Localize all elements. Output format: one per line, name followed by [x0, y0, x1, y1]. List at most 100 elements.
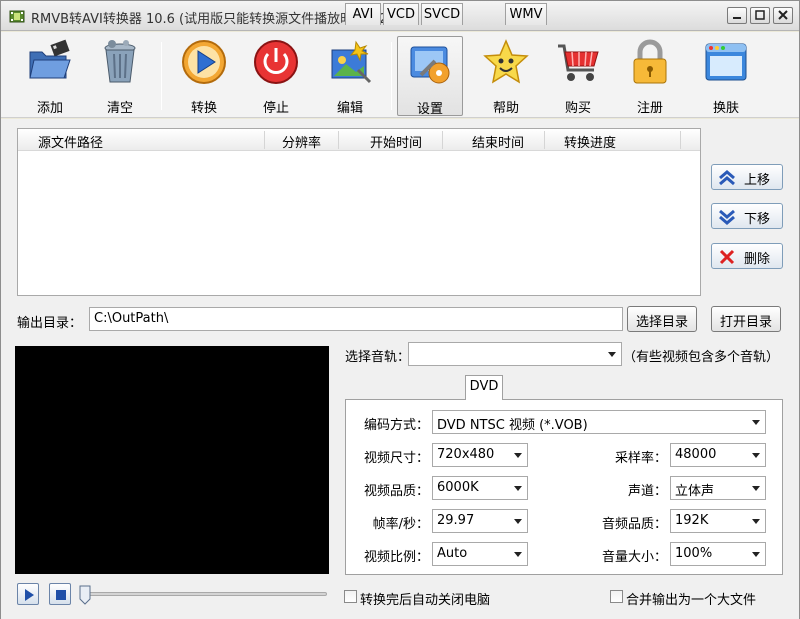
- shutdown-checkbox[interactable]: [344, 590, 357, 603]
- minimize-icon: [733, 17, 741, 19]
- column-resolution[interactable]: 分辨率: [282, 132, 321, 151]
- column-separator: [680, 131, 681, 149]
- shopping-cart-icon: [558, 44, 599, 81]
- stop-power-icon: [254, 40, 298, 84]
- stop-square-icon: [56, 590, 66, 600]
- samplerate-select[interactable]: 48000: [670, 443, 766, 467]
- dropdown-arrow-icon: [752, 486, 760, 491]
- stop-play-button[interactable]: [49, 583, 71, 605]
- encode-select[interactable]: DVD NTSC 视频 (*.VOB): [432, 410, 766, 434]
- channels-label: 声道：: [627, 484, 667, 499]
- register-label: 注册: [636, 101, 663, 116]
- tab-vcd[interactable]: VCD: [383, 3, 419, 25]
- trash-icon: [104, 40, 136, 83]
- audio-track-label: 选择音轨：: [345, 350, 411, 365]
- register-button[interactable]: 注册: [617, 36, 683, 116]
- samplerate-value: 48000: [675, 447, 717, 462]
- convert-label: 转换: [190, 101, 217, 116]
- add-label: 添加: [36, 101, 63, 116]
- help-label: 帮助: [492, 101, 519, 116]
- seek-slider[interactable]: [83, 592, 327, 596]
- audio-track-hint: （有些视频包含多个音轨）: [623, 350, 780, 365]
- clear-button[interactable]: 清空: [87, 36, 153, 116]
- magic-edit-icon: [331, 40, 372, 84]
- video-quality-value: 6000K: [437, 480, 479, 495]
- encode-value: DVD NTSC 视频 (*.VOB): [437, 418, 588, 433]
- open-dir-button[interactable]: 打开目录: [711, 306, 781, 332]
- double-chevron-down-icon: [719, 209, 735, 225]
- dropdown-arrow-icon: [752, 552, 760, 557]
- seek-thumb[interactable]: [79, 585, 91, 605]
- column-end-time[interactable]: 结束时间: [472, 132, 524, 151]
- move-up-button[interactable]: 上移: [711, 164, 783, 190]
- delete-button[interactable]: 删除: [711, 243, 783, 269]
- samplerate-label: 采样率：: [614, 451, 667, 466]
- file-list[interactable]: 源文件路径 分辨率 开始时间 结束时间 转换进度: [17, 128, 701, 296]
- toolbar-separator: [161, 42, 162, 110]
- merge-label: 合并输出为一个大文件: [626, 593, 757, 608]
- dropdown-arrow-icon: [752, 453, 760, 458]
- column-progress[interactable]: 转换进度: [564, 132, 616, 151]
- move-down-button[interactable]: 下移: [711, 203, 783, 229]
- shutdown-label: 转换完后自动关闭电脑: [360, 593, 491, 608]
- convert-button[interactable]: 转换: [171, 36, 237, 116]
- delete-label: 删除: [744, 252, 771, 267]
- video-quality-label: 视频品质：: [363, 484, 429, 499]
- column-start-time[interactable]: 开始时间: [370, 132, 422, 151]
- fps-select[interactable]: 29.97: [432, 509, 528, 533]
- audio-track-select[interactable]: [408, 342, 622, 366]
- play-button[interactable]: [17, 583, 39, 605]
- aspect-select[interactable]: Auto: [432, 542, 528, 566]
- folder-add-icon: [29, 39, 71, 79]
- help-button[interactable]: 帮助: [473, 36, 539, 116]
- aspect-value: Auto: [437, 546, 468, 561]
- red-x-icon: [719, 249, 735, 265]
- tab-dvd[interactable]: DVD: [465, 375, 503, 400]
- edit-button[interactable]: 编辑: [317, 36, 383, 116]
- video-size-select[interactable]: 720x480: [432, 443, 528, 467]
- toolbar-separator: [391, 42, 392, 110]
- tab-svcd[interactable]: SVCD: [421, 3, 463, 25]
- clear-label: 清空: [106, 101, 133, 116]
- dropdown-arrow-icon: [514, 453, 522, 458]
- play-convert-icon: [182, 40, 226, 84]
- maximize-button[interactable]: [750, 7, 770, 24]
- settings-button[interactable]: 设置: [397, 36, 463, 117]
- toolbar: 添加 清空 转换 停止 编辑 设置 帮助 购买 注册 换肤: [1, 32, 799, 118]
- move-down-label: 下移: [744, 212, 771, 227]
- add-button[interactable]: 添加: [17, 36, 83, 116]
- choose-dir-button[interactable]: 选择目录: [627, 306, 697, 332]
- output-dir-label: 输出目录：: [17, 316, 83, 331]
- dropdown-arrow-icon: [514, 552, 522, 557]
- stop-button[interactable]: 停止: [243, 36, 309, 116]
- column-separator: [338, 131, 339, 149]
- aspect-label: 视频比例：: [363, 550, 429, 565]
- dropdown-arrow-icon: [608, 352, 616, 357]
- audio-quality-label: 音频品质：: [601, 517, 667, 532]
- dropdown-arrow-icon: [752, 420, 760, 425]
- channels-select[interactable]: 立体声: [670, 476, 766, 500]
- move-up-label: 上移: [744, 173, 771, 188]
- minimize-button[interactable]: [727, 7, 747, 24]
- volume-select[interactable]: 100%: [670, 542, 766, 566]
- video-quality-select[interactable]: 6000K: [432, 476, 528, 500]
- merge-checkbox[interactable]: [610, 590, 623, 603]
- dropdown-arrow-icon: [514, 519, 522, 524]
- fps-label: 帧率/秒：: [372, 517, 429, 532]
- audio-quality-select[interactable]: 192K: [670, 509, 766, 533]
- column-source-path[interactable]: 源文件路径: [38, 132, 103, 151]
- dropdown-arrow-icon: [514, 486, 522, 491]
- skin-button[interactable]: 换肤: [693, 36, 759, 116]
- column-separator: [544, 131, 545, 149]
- skin-label: 换肤: [712, 101, 739, 116]
- output-dir-input[interactable]: C:\OutPath\: [89, 307, 623, 331]
- channels-value: 立体声: [675, 484, 715, 499]
- buy-button[interactable]: 购买: [545, 36, 611, 116]
- close-button[interactable]: [773, 7, 793, 24]
- tab-wmv[interactable]: WMV: [505, 3, 547, 25]
- column-separator: [442, 131, 443, 149]
- tab-avi[interactable]: AVI: [345, 3, 381, 25]
- buy-label: 购买: [564, 101, 591, 116]
- video-size-value: 720x480: [437, 447, 495, 462]
- settings-label: 设置: [416, 102, 443, 117]
